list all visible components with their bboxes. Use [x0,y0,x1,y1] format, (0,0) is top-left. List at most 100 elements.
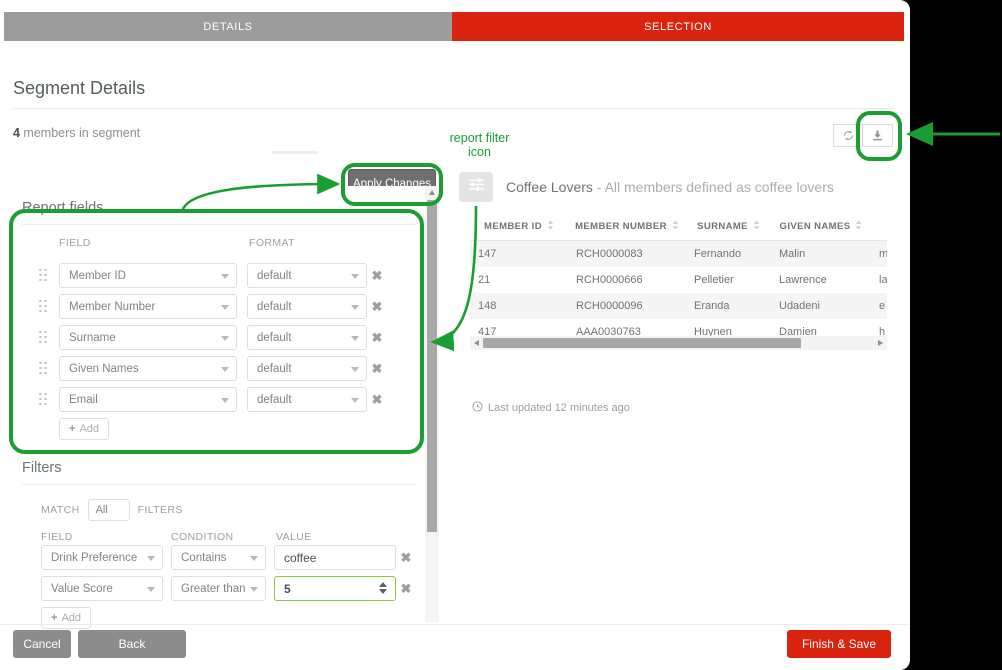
filters-condition-header: CONDITION [171,531,234,543]
table-horizontal-scrollbar[interactable] [470,336,887,350]
sort-arrows-icon[interactable] [672,220,679,233]
chevron-down-icon [351,366,359,372]
sort-arrows-icon[interactable] [547,220,554,233]
chevron-down-icon [351,397,359,403]
report-format-select[interactable]: default [247,387,367,412]
report-field-select[interactable]: Email [59,387,237,412]
member-id-cell: 147 [478,248,497,260]
hscrollbar-thumb[interactable] [483,338,801,348]
filter-remove-button[interactable]: ✖ [396,581,416,597]
filters-panel: Filters MATCH All FILTERS FIELD CONDITIO… [13,460,425,629]
chevron-down-icon [147,586,155,592]
drag-handle-icon[interactable] [39,392,55,407]
member-number-cell: RCH0000666 [576,274,643,286]
tab-selection[interactable]: SELECTION [452,12,904,41]
filter-value-text: 5 [284,581,291,596]
table-row[interactable]: 147 RCH0000083 Fernando Malin m [470,240,887,267]
filter-row: Value Score Greater than 5 ✖ [41,576,425,601]
report-fields-add-button[interactable]: + Add [59,418,110,440]
filter-condition-select[interactable]: Greater than [171,576,266,601]
stepper-down-icon[interactable] [379,588,387,594]
sort-arrows-icon[interactable] [753,220,760,233]
report-fields-title: Report fields [22,200,104,216]
surname-cell: Pelletier [694,274,734,286]
table-column-header[interactable]: GIVEN NAMES [771,212,871,241]
table-column-header[interactable]: MEMBER NUMBER [568,212,686,241]
table-row[interactable]: 21 RCH0000666 Pelletier Lawrence la [470,267,887,293]
table-column-header[interactable]: SURNAME [686,212,771,241]
report-toolbar [833,124,893,147]
filter-field-select[interactable]: Drink Preference [41,545,163,570]
chevron-down-icon [221,366,229,372]
table-column-header-label: SURNAME [697,221,748,232]
refresh-icon [842,129,855,142]
report-field-select[interactable]: Surname [59,325,237,350]
scrollbar-thumb[interactable] [427,200,437,532]
tab-details[interactable]: DETAILS [4,12,452,41]
filter-remove-button[interactable]: ✖ [396,550,416,566]
download-button[interactable] [863,124,893,147]
page-title: Segment Details [13,78,146,98]
report-field-remove-button[interactable]: ✖ [367,361,387,377]
report-field-remove-button[interactable]: ✖ [367,299,387,315]
drag-handle-icon[interactable] [39,268,55,283]
filters-divider [22,484,416,485]
number-stepper[interactable] [379,581,387,594]
wizard-tab-bar: DETAILS SELECTION [4,12,904,41]
report-field-select[interactable]: Member Number [59,294,237,319]
cancel-button[interactable]: Cancel [13,630,71,658]
report-format-select[interactable]: default [247,325,367,350]
report-fields-rows: Member ID default ✖ Member Number default ✖ Su… [13,263,425,412]
member-number-cell: RCH0000083 [576,248,643,260]
report-field-remove-button[interactable]: ✖ [367,268,387,284]
filters-match-select[interactable]: All [87,499,130,521]
filter-value-input[interactable]: 5 [274,576,396,601]
table-row[interactable]: 148 RCH0000096 Eranda Udadeni e [470,293,887,319]
chevron-down-icon [221,273,229,279]
report-format-select[interactable]: default [247,263,367,288]
stepper-up-icon[interactable] [379,581,387,587]
back-button-label: Back [118,637,146,651]
filters-match-value: All [95,504,108,516]
report-fields-add-plus-icon: + [69,423,76,435]
drag-handle-icon[interactable] [39,299,55,314]
last-updated-text: Last updated 12 minutes ago [488,402,630,414]
email-cell: la [879,274,887,286]
report-format-select-value: default [257,331,292,344]
chevron-down-icon [250,555,258,561]
editor-vertical-scrollbar[interactable] [425,186,439,622]
report-filter-icon-button[interactable] [459,172,493,202]
report-title-sub: - All members defined as coffee lovers [592,179,834,195]
drag-handle-icon[interactable] [39,330,55,345]
filter-field-select[interactable]: Value Score [41,576,163,601]
given-names-cell: Malin [779,248,806,260]
report-field-remove-button[interactable]: ✖ [367,330,387,346]
report-field-select[interactable]: Given Names [59,356,237,381]
segment-editor-column: Report fields FIELD FORMAT Member ID defa… [13,186,433,629]
scroll-left-button[interactable] [470,336,483,350]
report-field-select-value: Member ID [69,269,126,282]
table-column-header-label: MEMBER NUMBER [575,221,667,232]
back-button[interactable]: Back [78,630,186,658]
filter-condition-select[interactable]: Contains [171,545,266,570]
refresh-button[interactable] [833,124,863,147]
table-column-header[interactable]: MEMBER ID [470,212,568,241]
finish-save-button[interactable]: Finish & Save [787,630,891,658]
report-format-select[interactable]: default [247,356,367,381]
report-field-remove-button[interactable]: ✖ [367,392,387,408]
report-field-row: Member ID default ✖ [39,263,416,288]
member-id-cell: 21 [478,274,491,286]
report-format-select[interactable]: default [247,294,367,319]
footer-divider [0,624,910,625]
scroll-up-button[interactable] [425,186,439,198]
chevron-down-icon [250,586,258,592]
report-field-select[interactable]: Member ID [59,263,237,288]
filter-value-input[interactable]: coffee [274,545,396,570]
sort-arrows-icon[interactable] [855,220,862,233]
report-field-select-value: Surname [69,331,116,344]
drag-handle-icon[interactable] [39,361,55,376]
table-column-header[interactable] [871,212,887,241]
filters-add-button[interactable]: + Add [41,607,92,629]
report-field-row: Email default ✖ [39,387,416,412]
scroll-right-button[interactable] [874,336,887,350]
